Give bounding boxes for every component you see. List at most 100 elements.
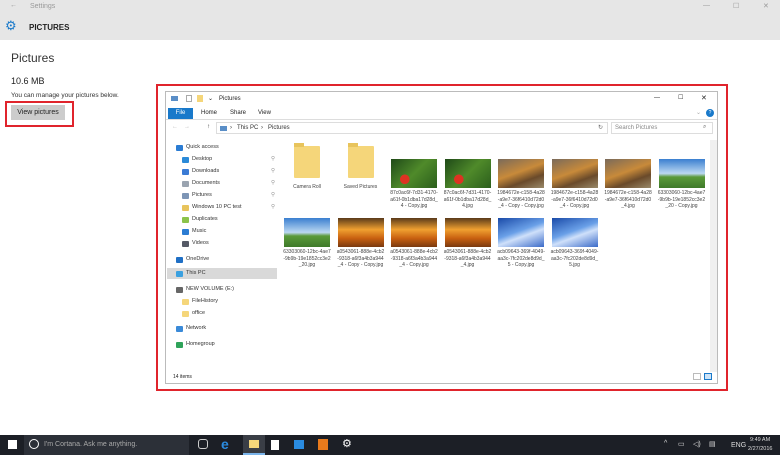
nav-item[interactable]: Windows 10 PC test ⚲ [167, 202, 277, 213]
item-label: a0543061-888e-4cb2-9318-a6f3a4b3a944_4 -… [336, 249, 385, 268]
cortana-search[interactable]: I'm Cortana. Ask me anything. [24, 435, 189, 455]
nav-item[interactable]: Music [167, 226, 277, 237]
image-file-item[interactable]: 63303060-12bc-4ae7-9b9b-19e1852cc3e2_20 … [655, 146, 709, 210]
store-icon[interactable] [271, 440, 279, 450]
pc-icon [171, 96, 178, 101]
tab-file[interactable]: File [168, 108, 193, 119]
maximize-button[interactable]: ☐ [733, 2, 739, 10]
page-title: Pictures [11, 51, 55, 65]
edge-icon[interactable]: e [221, 436, 229, 452]
nav-item[interactable]: Pictures ⚲ [167, 190, 277, 201]
image-file-item[interactable]: a0543061-888e-4cb2-9318-a6f3a4b3a944_4 -… [387, 218, 441, 269]
maximize-button[interactable]: ☐ [678, 94, 683, 101]
scrollbar[interactable] [710, 140, 717, 372]
new-folder-icon[interactable] [197, 95, 203, 102]
nav-item-label: Videos [192, 240, 209, 246]
image-file-item[interactable]: a0543061-888e-4cb2-9318-a6f3a4b3a944_4.j… [441, 218, 495, 269]
image-file-item[interactable]: acb09643-369f-4049-aa3c-7fc202de8d9d_5.j… [548, 218, 602, 269]
nav-item-icon [182, 168, 189, 175]
back-arrow-icon[interactable]: ← [10, 2, 17, 9]
nav-item[interactable]: OneDrive [167, 254, 277, 265]
properties-icon[interactable] [186, 95, 192, 102]
nav-item-label: Windows 10 PC test [192, 204, 242, 210]
nav-item-label: OneDrive [186, 256, 210, 262]
nav-item-label: Homegroup [186, 341, 215, 347]
forward-icon[interactable]: → [184, 124, 190, 130]
nav-item-icon [182, 310, 189, 317]
search-input[interactable]: Search Pictures ⌕ [611, 122, 713, 134]
settings-gear-icon[interactable]: ⚙ [342, 437, 352, 450]
nav-item[interactable]: FileHistory [167, 296, 277, 307]
description: You can manage your pictures below. [11, 92, 119, 99]
tab-share[interactable]: Share [230, 110, 246, 116]
separator: › [230, 125, 232, 131]
image-file-item[interactable]: 87c0ac6f-7d31-4170-a61f-0b1dba17d28d_4 -… [387, 146, 441, 210]
nav-item[interactable]: Homegroup [167, 339, 277, 350]
tab-view[interactable]: View [258, 110, 271, 116]
breadcrumb-this-pc[interactable]: This PC [237, 125, 258, 131]
nav-item-label: Documents [192, 180, 220, 186]
expand-ribbon-icon[interactable]: ⌄ [696, 109, 701, 116]
nav-item[interactable]: office [167, 308, 277, 319]
minimize-button[interactable]: — [654, 95, 660, 101]
pin-icon: ⚲ [270, 156, 275, 162]
pin-icon: ⚲ [270, 204, 275, 210]
close-button[interactable]: ✕ [763, 2, 769, 10]
clock-date[interactable]: 2/27/2016 [748, 446, 772, 452]
nav-item[interactable]: NEW VOLUME (E:) [167, 284, 277, 295]
nav-item[interactable]: Downloads ⚲ [167, 166, 277, 177]
ribbon-tabs: File Home Share View ⌄ ? [166, 107, 717, 120]
language-indicator[interactable]: ENG [731, 442, 746, 449]
image-file-item[interactable]: 63303060-12bc-4ae7-9b9b-19e1852cc3e2_20.… [280, 218, 334, 269]
chevron-up-icon[interactable]: ^ [664, 440, 667, 447]
image-file-item[interactable]: 87c0ac6f-7d31-4170-a61f-0b1dba17d28d_4.j… [441, 146, 495, 210]
nav-item[interactable]: Videos [167, 238, 277, 249]
image-thumbnail [391, 218, 437, 247]
app-icon[interactable] [318, 439, 328, 450]
breadcrumb-pictures[interactable]: Pictures [268, 125, 290, 131]
clock-time[interactable]: 9:49 AM [750, 437, 770, 443]
image-file-item[interactable]: a0543061-888e-4cb2-9318-a6f3a4b3a944_4 -… [334, 218, 388, 269]
help-icon[interactable]: ? [706, 109, 714, 117]
settings-header: ⚙ PICTURES [0, 14, 780, 40]
image-file-item[interactable]: 1984672e-c158-4a28-a9e7-36f6410d72d0_4 -… [548, 146, 602, 210]
large-icons-view-icon[interactable] [704, 373, 712, 380]
nav-item-label: This PC [186, 270, 206, 276]
nav-item-icon [182, 298, 189, 305]
image-thumbnail [337, 218, 384, 247]
network-icon[interactable]: ▭ [678, 440, 685, 448]
nav-item[interactable]: Quick access [167, 142, 277, 153]
volume-icon[interactable]: ◁) [693, 440, 701, 448]
nav-item[interactable]: Duplicates [167, 214, 277, 225]
nav-item-icon [176, 286, 183, 293]
image-file-item[interactable]: 1984672e-c158-4a28-a9e7-36f6410d72d0_4 -… [494, 146, 548, 210]
pin-icon: ⚲ [270, 192, 275, 198]
file-explorer-taskbar-icon[interactable] [243, 435, 265, 455]
notifications-icon[interactable]: ▤ [709, 440, 716, 448]
nav-item[interactable]: Desktop ⚲ [167, 154, 277, 165]
refresh-icon[interactable]: ↻ [598, 124, 603, 131]
image-file-item[interactable]: acb09643-369f-4049-aa3c-7fc202de8d9d_5 -… [494, 218, 548, 269]
close-button[interactable]: ✕ [701, 94, 707, 102]
nav-item[interactable]: Network [167, 323, 277, 334]
nav-item[interactable]: Documents ⚲ [167, 178, 277, 189]
back-icon[interactable]: ← [172, 124, 178, 130]
taskbar: I'm Cortana. Ask me anything. e ⚙ ^ ▭ ◁)… [0, 435, 780, 455]
nav-item-icon [182, 216, 189, 223]
task-view-icon[interactable] [198, 439, 208, 449]
folder-item[interactable]: Saved Pictures [334, 143, 388, 191]
start-button[interactable] [8, 440, 17, 449]
up-icon[interactable]: ↑ [207, 124, 210, 130]
details-view-icon[interactable] [693, 373, 701, 380]
tab-home[interactable]: Home [201, 110, 217, 116]
nav-item[interactable]: This PC [167, 268, 277, 279]
item-label: a0543061-888e-4cb2-9318-a6f3a4b3a944_4 -… [390, 249, 438, 268]
folder-item[interactable]: Camera Roll [280, 143, 334, 191]
view-pictures-button[interactable]: View pictures [11, 105, 65, 120]
image-file-item[interactable]: 1984672e-c158-4a28-a9e7-36f6410d72d0_4.j… [601, 146, 655, 210]
search-placeholder: Search Pictures [615, 125, 658, 131]
minimize-button[interactable]: — [703, 2, 710, 9]
chevron-down-icon[interactable]: ⌄ [208, 95, 213, 102]
address-bar[interactable]: › This PC › Pictures ↻ [216, 122, 608, 134]
photos-icon[interactable] [294, 440, 304, 449]
